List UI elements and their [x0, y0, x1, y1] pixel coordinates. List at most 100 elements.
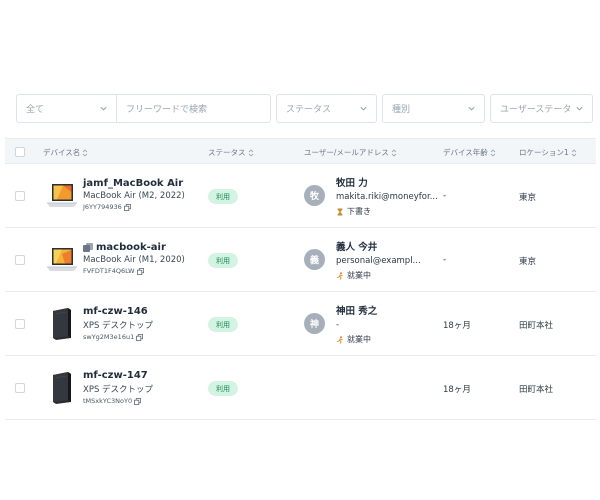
table-header: デバイス名 ステータス ユーザー/メールアドレス デバイス年齢 ロケーション1 [5, 138, 596, 164]
table-row[interactable]: mf-czw-146 XPS デスクトップ swYg2M3e16u1 利用 神 … [5, 292, 596, 356]
device-name-text: mf-czw-146 [83, 306, 148, 317]
location: 東京 [519, 257, 537, 267]
user-state-text: 就業中 [347, 335, 371, 344]
device-info: macbook-air MacBook Air (M1, 2020) FVFDT… [83, 242, 203, 275]
user-name: 義人 今井 [336, 242, 378, 253]
device-name[interactable]: mf-czw-147 [83, 370, 203, 381]
sort-icon [391, 148, 397, 157]
header-user-label: ユーザー/メールアドレス [304, 148, 389, 157]
chevron-down-icon [576, 106, 583, 111]
chevron-down-icon [100, 106, 107, 111]
header-age-label: デバイス年齢 [443, 148, 488, 157]
header-device-label: デバイス名 [43, 148, 81, 157]
search-input[interactable]: フリーワードで検索 [116, 94, 271, 123]
filter-all-label: 全て [26, 105, 45, 115]
copy-icon[interactable] [134, 397, 142, 405]
user-info: 義人 今井 personal@exampl... 就業中 [336, 239, 448, 281]
user-state-text: 就業中 [347, 271, 371, 280]
user-state-text: 下書き [347, 207, 371, 216]
device-info: jamf_MacBook Air MacBook Air (M2, 2022) … [83, 178, 203, 211]
select-all-checkbox[interactable] [15, 147, 25, 157]
user-email: personal@exampl... [336, 256, 421, 266]
header-location-label: ロケーション1 [519, 148, 569, 157]
user-shared-icon [83, 243, 93, 252]
device-name-text: mf-czw-147 [83, 370, 148, 381]
header-location[interactable]: ロケーション1 [519, 147, 577, 158]
filter-status-label: ステータス [286, 105, 332, 115]
filter-user-status-select[interactable]: ユーザーステータ [490, 94, 593, 123]
serial-text: J6YY794936 [83, 203, 122, 211]
user-state: 就業中 [336, 334, 448, 345]
row-checkbox[interactable] [15, 255, 25, 265]
row-checkbox[interactable] [15, 383, 25, 393]
header-user[interactable]: ユーザー/メールアドレス [304, 147, 397, 158]
table-row[interactable]: jamf_MacBook Air MacBook Air (M2, 2022) … [5, 164, 596, 228]
device-model: XPS デスクトップ [83, 385, 154, 395]
table-row[interactable]: mf-czw-147 XPS デスクトップ tMSxkYC3NoY0 利用 18… [5, 356, 596, 420]
device-name[interactable]: macbook-air [83, 242, 203, 253]
running-icon [336, 271, 343, 280]
device-serial: J6YY794936 [83, 203, 203, 211]
copy-icon[interactable] [136, 333, 144, 341]
laptop-icon [47, 184, 77, 207]
location: 田町本社 [519, 385, 554, 395]
copy-icon[interactable] [123, 203, 131, 211]
device-table: デバイス名 ステータス ユーザー/メールアドレス デバイス年齢 ロケーション1 [5, 138, 596, 420]
avatar: 義 [304, 249, 325, 270]
device-name[interactable]: jamf_MacBook Air [83, 178, 203, 189]
device-name-text: macbook-air [96, 242, 166, 253]
running-icon [336, 335, 343, 344]
user-email: makita.riki@moneyfor... [336, 192, 438, 202]
row-checkbox[interactable] [15, 191, 25, 201]
status-badge: 利用 [208, 253, 238, 268]
desktop-tower-icon [53, 308, 71, 340]
device-age: - [443, 255, 447, 265]
header-device-name[interactable]: デバイス名 [43, 147, 88, 158]
device-model: XPS デスクトップ [83, 321, 154, 331]
chevron-down-icon [468, 106, 475, 111]
user-state: 就業中 [336, 270, 448, 281]
sort-icon [490, 148, 496, 157]
filter-status-select[interactable]: ステータス [276, 94, 377, 123]
header-device-age[interactable]: デバイス年齢 [443, 147, 496, 158]
chevron-down-icon [360, 106, 367, 111]
filter-all-select[interactable]: 全て [16, 94, 117, 123]
serial-text: tMSxkYC3NoY0 [83, 397, 133, 405]
user-info: 神田 秀之 - 就業中 [336, 303, 448, 345]
device-model: MacBook Air (M1, 2020) [83, 255, 185, 265]
avatar: 神 [304, 313, 325, 334]
location: 田町本社 [519, 321, 554, 331]
user-name: 牧田 力 [336, 178, 368, 189]
search-placeholder: フリーワードで検索 [126, 105, 208, 115]
hourglass-icon [337, 208, 343, 215]
device-name-text: jamf_MacBook Air [83, 178, 184, 189]
location: 東京 [519, 193, 537, 203]
copy-icon[interactable] [136, 267, 144, 275]
desktop-tower-icon [53, 372, 71, 404]
device-age: 18ヶ月 [443, 321, 471, 331]
header-status[interactable]: ステータス [208, 147, 254, 158]
filter-bar: 全て フリーワードで検索 ステータス 種別 ユーザーステータ [16, 94, 594, 123]
sort-icon [248, 148, 253, 157]
status-badge: 利用 [208, 317, 238, 332]
row-checkbox[interactable] [15, 319, 25, 329]
serial-text: swYg2M3e16u1 [83, 333, 135, 341]
device-serial: tMSxkYC3NoY0 [83, 397, 203, 405]
device-serial: FVFDT1F4Q6LW [83, 267, 203, 275]
table-row[interactable]: macbook-air MacBook Air (M1, 2020) FVFDT… [5, 228, 596, 292]
sort-icon [82, 148, 88, 157]
user-state: 下書き [336, 206, 448, 217]
avatar: 牧 [304, 185, 325, 206]
user-info: 牧田 力 makita.riki@moneyfor... 下書き [336, 175, 448, 217]
device-serial: swYg2M3e16u1 [83, 333, 203, 341]
status-badge: 利用 [208, 189, 238, 204]
serial-text: FVFDT1F4Q6LW [83, 267, 135, 275]
laptop-icon [47, 248, 77, 271]
device-info: mf-czw-146 XPS デスクトップ swYg2M3e16u1 [83, 306, 203, 341]
filter-user-status-label: ユーザーステータ [500, 105, 572, 115]
device-age: - [443, 191, 447, 201]
header-status-label: ステータス [208, 148, 246, 157]
device-info: mf-czw-147 XPS デスクトップ tMSxkYC3NoY0 [83, 370, 203, 405]
device-name[interactable]: mf-czw-146 [83, 306, 203, 317]
filter-type-select[interactable]: 種別 [382, 94, 485, 123]
